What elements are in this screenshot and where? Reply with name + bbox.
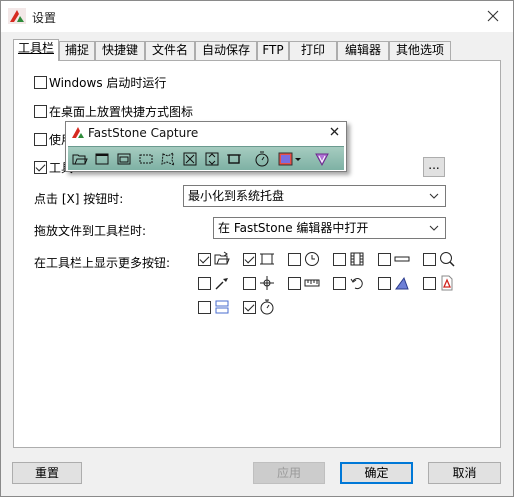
checkbox[interactable] (333, 252, 346, 266)
crosshair-icon (260, 276, 274, 290)
faststone-logo-icon (8, 8, 26, 24)
close-icon[interactable] (329, 126, 340, 137)
apply-button[interactable]: 应用 (253, 462, 325, 484)
faststone-logo-icon (72, 127, 84, 138)
open-folder-icon (214, 251, 230, 265)
more-btn-film[interactable] (333, 251, 365, 267)
tab-toolbar[interactable]: 工具栏 (13, 39, 59, 61)
tab-filename[interactable]: 文件名 (145, 41, 195, 60)
checkbox-checked[interactable] (198, 252, 211, 266)
more-btn-color-picker[interactable] (198, 275, 230, 291)
horizontal-bar-icon (394, 256, 410, 262)
tab-capture[interactable]: 捕捉 (59, 41, 95, 60)
checkbox-checked[interactable] (243, 300, 256, 314)
click-x-label: 点击 [X] 按钮时: (34, 192, 124, 206)
tab-hotkeys[interactable]: 快捷键 (95, 41, 145, 60)
drag-file-label: 拖放文件到工具栏时: (34, 224, 147, 238)
more-btn-split[interactable] (198, 299, 230, 315)
checkbox[interactable] (333, 276, 346, 290)
settings-window: 设置 工具栏 捕捉 快捷键 文件名 自动保存 FTP 打印 编辑器 其他选项 W… (0, 0, 514, 497)
window-title: 设置 (32, 11, 57, 25)
color-picker-icon (215, 278, 228, 290)
more-btn-pdf[interactable] (423, 275, 455, 291)
undo-arrow-icon (350, 278, 363, 290)
floating-capture-toolbar[interactable]: FastStone Capture (65, 121, 347, 172)
more-btn-ruler[interactable] (288, 275, 320, 291)
tab-other-options[interactable]: 其他选项 (389, 41, 451, 60)
more-btn-open[interactable] (198, 251, 230, 267)
fixed-region-icon[interactable] (226, 151, 242, 167)
more-buttons-label: 在工具栏上显示更多按钮: (34, 256, 171, 270)
checkbox[interactable] (378, 252, 391, 266)
pdf-icon (441, 275, 453, 291)
more-btn-undo[interactable] (333, 275, 365, 291)
drag-file-value: 在 FastStone 编辑器中打开 (218, 221, 369, 235)
checkbox[interactable] (198, 276, 211, 290)
capture-region-icon (260, 253, 274, 265)
settings-menu-icon[interactable] (314, 151, 330, 167)
more-btn-timer[interactable] (288, 251, 320, 267)
option-run-at-startup[interactable]: Windows 启动时运行 (34, 74, 166, 90)
checkbox[interactable] (288, 276, 301, 290)
tab-editor[interactable]: 编辑器 (337, 41, 389, 60)
checkbox[interactable] (378, 276, 391, 290)
freehand-region-icon[interactable] (160, 151, 176, 167)
output-color-icon[interactable] (278, 151, 302, 167)
close-icon[interactable] (483, 6, 503, 26)
checkbox[interactable] (198, 300, 211, 314)
option-label: 在桌面上放置快捷方式图标 (49, 104, 194, 119)
ok-button[interactable]: 确定 (340, 462, 413, 484)
tab-print[interactable]: 打印 (289, 41, 337, 60)
toolbar-title: FastStone Capture (88, 126, 199, 140)
window-object-icon[interactable] (116, 151, 132, 167)
more-btn-stopwatch[interactable] (243, 299, 275, 315)
magnifier-icon (440, 252, 455, 267)
checkbox-checked[interactable] (34, 160, 47, 174)
click-x-value: 最小化到系统托盘 (188, 189, 285, 203)
toolbar-button-strip (68, 146, 344, 170)
screen-draw-icon (395, 276, 409, 290)
checkbox[interactable] (423, 276, 436, 290)
cancel-button[interactable]: 取消 (428, 462, 501, 484)
drag-file-select[interactable]: 在 FastStone 编辑器中打开 (213, 217, 446, 239)
chevron-down-icon (429, 193, 439, 199)
title-bar: 设置 (1, 1, 513, 32)
active-window-icon[interactable] (94, 151, 110, 167)
tab-ftp[interactable]: FTP (257, 41, 289, 60)
more-btn-bar[interactable] (378, 251, 410, 267)
checkbox[interactable] (34, 104, 47, 118)
delay-timer-icon[interactable] (254, 151, 270, 167)
tab-autosave[interactable]: 自动保存 (195, 41, 257, 60)
more-btn-magnifier[interactable] (423, 251, 455, 267)
reset-button[interactable]: 重置 (12, 462, 82, 484)
checkbox[interactable] (34, 132, 47, 146)
click-x-select[interactable]: 最小化到系统托盘 (183, 185, 446, 207)
open-folder-icon[interactable] (72, 151, 88, 167)
ruler-icon (304, 279, 320, 287)
split-panel-icon (215, 300, 229, 314)
more-btn-crosshair[interactable] (243, 275, 275, 291)
more-settings-button[interactable]: ... (423, 157, 445, 177)
timer-clock-icon (305, 252, 319, 266)
fullscreen-icon[interactable] (182, 151, 198, 167)
film-strip-icon (350, 252, 364, 266)
chevron-down-icon (429, 225, 439, 231)
stopwatch-icon (260, 299, 274, 315)
rectangle-region-icon[interactable] (138, 151, 154, 167)
checkbox[interactable] (34, 75, 47, 89)
more-btn-capture-region[interactable] (243, 251, 275, 267)
option-label: Windows 启动时运行 (49, 75, 167, 90)
checkbox[interactable] (243, 276, 256, 290)
checkbox[interactable] (423, 252, 436, 266)
checkbox[interactable] (288, 252, 301, 266)
checkbox-checked[interactable] (243, 252, 256, 266)
more-btn-screen-draw[interactable] (378, 275, 410, 291)
scrolling-window-icon[interactable] (204, 151, 220, 167)
option-desktop-shortcut[interactable]: 在桌面上放置快捷方式图标 (34, 103, 193, 119)
